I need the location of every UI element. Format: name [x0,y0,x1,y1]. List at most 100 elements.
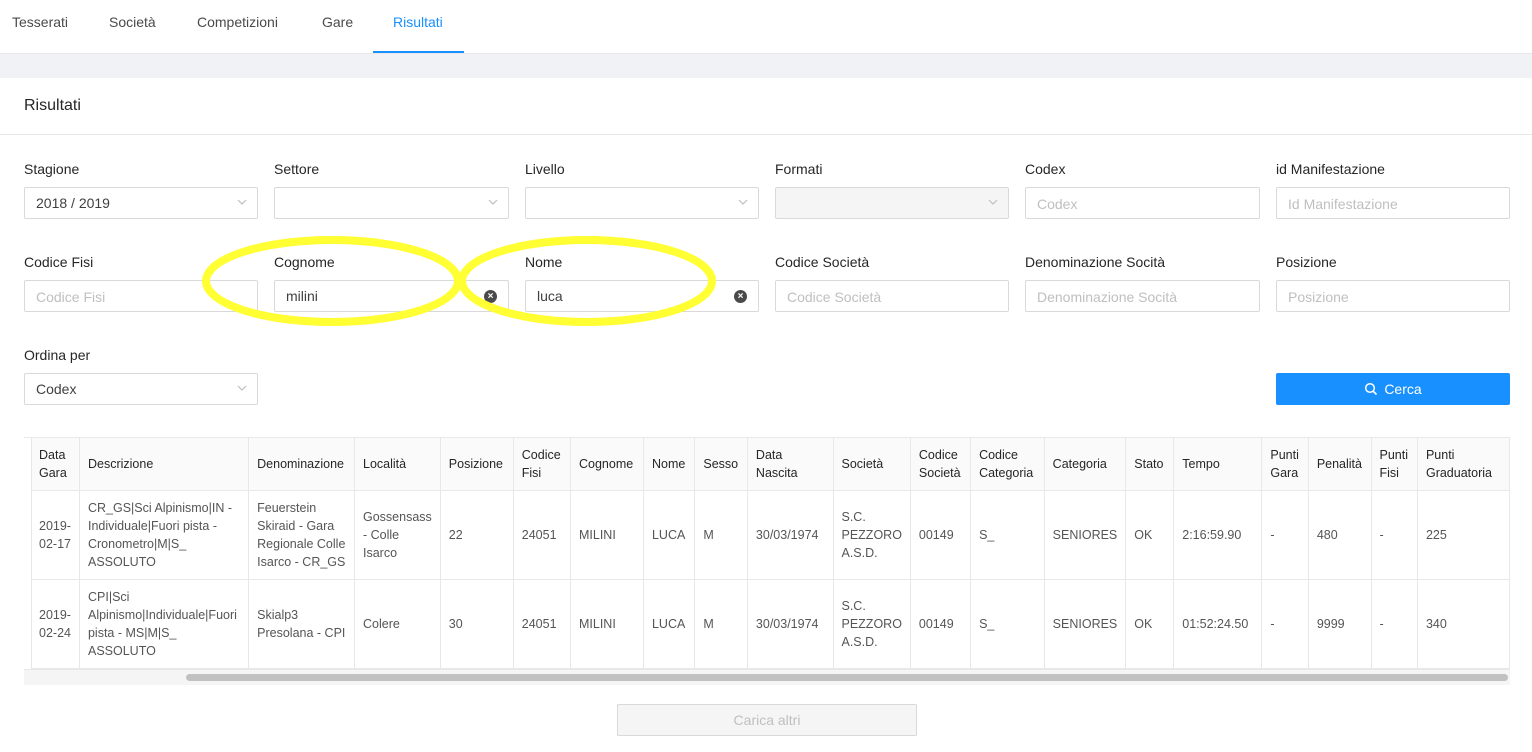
col-header[interactable]: Nome [643,438,696,491]
codice-societa-label: Codice Società [775,254,870,270]
cell-codice-fisi: 24051 [513,490,572,580]
cell-posizione: 30 [440,579,514,669]
col-header[interactable]: Stato [1125,438,1175,491]
id-manifestazione-input[interactable]: Id Manifestazione [1276,187,1510,219]
ordina-per-select[interactable]: Codex [24,373,258,405]
cell-sesso: M [694,579,748,669]
cell-codice-categoria: S_ [970,579,1045,669]
cell-cognome: MILINI [570,579,644,669]
cell-punti-gara: - [1261,490,1309,580]
cell-stato: OK [1125,579,1175,669]
col-header[interactable]: Denominazione [248,438,355,491]
cell-sesso: M [694,490,748,580]
cell-localita: Gossensass - Colle Isarco [354,490,441,580]
cell-data-gara: 2019-02-17 [31,490,80,580]
highlight-ellipse-nome [458,236,716,326]
gray-spacer-bar [0,54,1532,78]
chevron-down-icon [738,199,748,205]
settore-select[interactable] [274,187,509,219]
cell-posizione: 22 [440,490,514,580]
search-button[interactable]: Cerca [1276,373,1510,405]
cell-data-nascita: 30/03/1974 [747,490,834,580]
tab-risultati[interactable]: Risultati [393,0,443,53]
table-header-row: Data Gara Descrizione Denominazione Loca… [31,438,1510,491]
cell-codice-fisi: 24051 [513,579,572,669]
codex-label: Codex [1025,161,1066,177]
col-header[interactable]: Cognome [570,438,644,491]
col-header[interactable]: Data Gara [31,438,80,491]
formati-select[interactable] [775,187,1009,219]
table-row[interactable]: 2019-02-17 CR_GS|Sci Alpinismo|IN - Indi… [31,490,1510,580]
chevron-down-icon [988,199,998,205]
col-header[interactable]: Codice Categoria [970,438,1045,491]
chevron-down-icon [237,199,247,205]
tab-competizioni[interactable]: Competizioni [197,0,278,53]
chevron-down-icon [488,199,498,205]
cell-tempo: 2:16:59.90 [1173,490,1263,580]
divider [0,134,1532,135]
cell-tempo: 01:52:24.50 [1173,579,1263,669]
cell-codice-societa: 00149 [910,490,972,580]
col-header[interactable]: Data Nascita [747,438,834,491]
cell-codice-categoria: S_ [970,490,1045,580]
col-header[interactable]: Penalità [1308,438,1372,491]
cell-nome: LUCA [643,490,696,580]
cell-punti-gara: - [1261,579,1309,669]
stagione-select[interactable]: 2018 / 2019 [24,187,258,219]
cell-denominazione: Feuerstein Skiraid - Gara Regionale Coll… [248,490,355,580]
col-header[interactable]: Sesso [694,438,748,491]
id-manifestazione-label: id Manifestazione [1276,161,1385,177]
col-header[interactable]: Codice Società [910,438,972,491]
col-header[interactable]: Punti Graduatoria [1417,438,1510,491]
highlight-ellipse-cognome [202,236,462,326]
col-header[interactable]: Punti Gara [1261,438,1309,491]
cell-punti-fisi: - [1371,579,1418,669]
col-header[interactable]: Tempo [1173,438,1263,491]
posizione-input[interactable]: Posizione [1276,280,1510,312]
table-left-edge [31,437,32,669]
cell-data-gara: 2019-02-24 [31,579,80,669]
posizione-label: Posizione [1276,254,1337,270]
cell-punti-fisi: - [1371,490,1418,580]
top-nav: Tesserati Società Competizioni Gare Risu… [0,0,1532,54]
tab-societa[interactable]: Società [109,0,156,53]
codice-fisi-label: Codice Fisi [24,254,94,270]
load-more-button[interactable]: Carica altri [617,704,917,736]
cell-stato: OK [1125,490,1175,580]
col-header[interactable]: Punti Fisi [1371,438,1418,491]
tab-tesserati[interactable]: Tesserati [12,0,68,53]
clear-icon[interactable]: × [734,290,747,303]
cell-localita: Colere [354,579,441,669]
col-header[interactable]: Codice Fisi [513,438,572,491]
ordina-per-label: Ordina per [24,347,91,363]
scrollbar-thumb[interactable] [186,674,1508,681]
cell-codice-societa: 00149 [910,579,972,669]
codex-input[interactable]: Codex [1025,187,1260,219]
col-header[interactable]: Categoria [1044,438,1127,491]
cell-descrizione: CPI|Sci Alpinismo|Individuale|Fuori pist… [79,579,250,669]
col-header[interactable]: Descrizione [79,438,250,491]
cell-societa: S.C. PEZZORO A.S.D. [833,579,911,669]
livello-label: Livello [525,161,565,177]
cell-punti-graduatoria: 225 [1417,490,1510,580]
chevron-down-icon [237,385,247,391]
codice-societa-input[interactable]: Codice Società [775,280,1009,312]
active-tab-indicator [373,51,464,53]
tab-gare[interactable]: Gare [322,0,353,53]
cell-categoria: SENIORES [1044,490,1127,580]
livello-select[interactable] [525,187,759,219]
search-icon [1365,382,1378,396]
results-table: Data Gara Descrizione Denominazione Loca… [24,437,1510,670]
cell-denominazione: Skialp3 Presolana - CPI [248,579,355,669]
col-header[interactable]: Località [354,438,441,491]
horizontal-scrollbar[interactable] [24,669,1510,685]
table-row[interactable]: 2019-02-24 CPI|Sci Alpinismo|Individuale… [31,579,1510,669]
denominazione-societa-input[interactable]: Denominazione Socità [1025,280,1260,312]
stagione-label: Stagione [24,161,80,177]
denominazione-societa-label: Denominazione Socità [1025,254,1166,270]
page-title: Risultati [24,97,81,114]
cell-categoria: SENIORES [1044,579,1127,669]
col-header[interactable]: Società [833,438,911,491]
cell-societa: S.C. PEZZORO A.S.D. [833,490,911,580]
col-header[interactable]: Posizione [440,438,514,491]
